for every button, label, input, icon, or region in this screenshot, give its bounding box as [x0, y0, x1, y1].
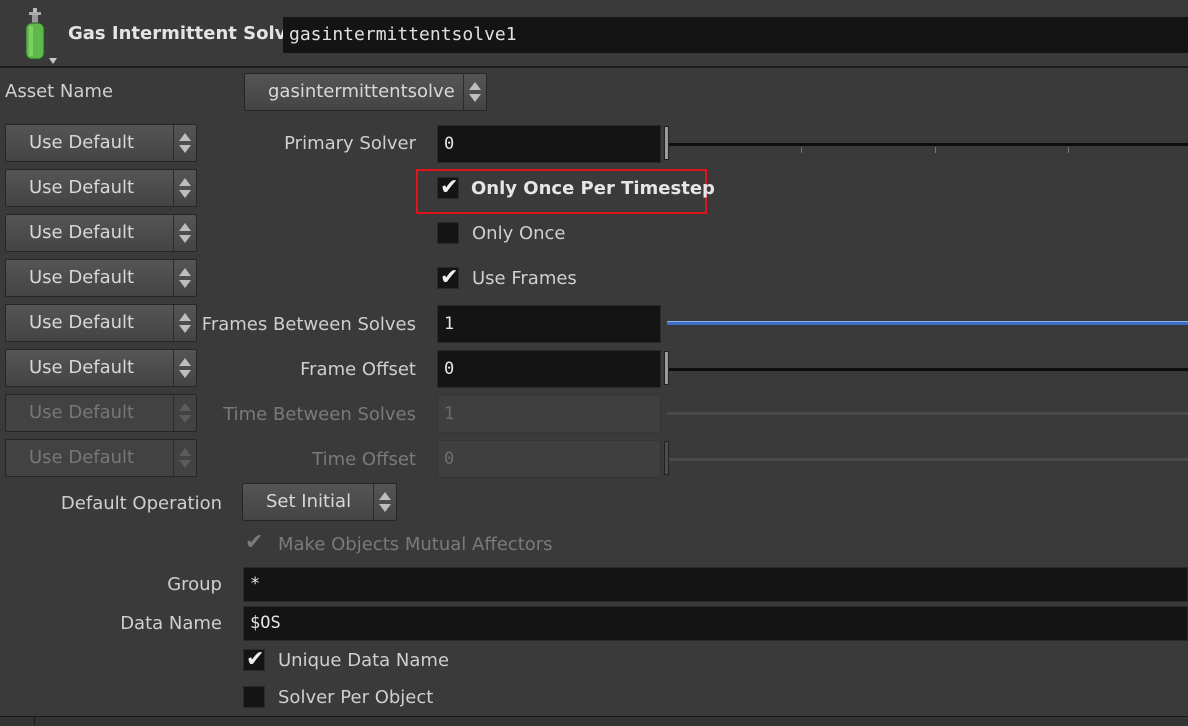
- only-once-checkbox[interactable]: [437, 222, 459, 244]
- time-offset-slider-track: [667, 458, 1188, 461]
- chevron-up-down-icon: [463, 74, 486, 110]
- frame-offset-label: Frame Offset: [300, 359, 416, 380]
- asset-name-value: gasintermittentsolve: [268, 81, 455, 102]
- solver-per-object-checkbox[interactable]: [243, 686, 265, 708]
- frames-between-solves-default-button[interactable]: Use Default: [5, 304, 197, 342]
- only-once-per-timestep-label: Only Once Per Timestep: [471, 178, 715, 199]
- frame-offset-slider-handle[interactable]: [664, 351, 669, 385]
- time-between-solves-label: Time Between Solves: [223, 404, 416, 425]
- slider-tick: [801, 147, 802, 153]
- only-once-label: Only Once: [472, 223, 566, 244]
- make-objects-mutual-affectors-label: Make Objects Mutual Affectors: [278, 534, 553, 555]
- default-operation-menu[interactable]: Set Initial: [242, 483, 397, 521]
- use-frames-label: Use Frames: [472, 268, 577, 289]
- checkmark-icon: ✔: [245, 530, 264, 555]
- group-field[interactable]: *: [243, 567, 1188, 602]
- time-between-solves-slider-track: [667, 412, 1188, 415]
- time-between-solves-field: 1: [437, 395, 661, 433]
- checkmark-icon: ✔: [440, 265, 459, 290]
- make-objects-mutual-affectors-checkbox: ✔: [243, 530, 265, 555]
- default-operation-label: Default Operation: [60, 493, 222, 514]
- chevron-up-down-icon: [173, 395, 196, 431]
- chevron-up-down-icon: [173, 260, 196, 296]
- frame-offset-field[interactable]: 0: [437, 350, 661, 388]
- asset-name-label: Asset Name: [5, 81, 114, 102]
- frames-between-solves-slider-track[interactable]: [667, 321, 1188, 325]
- checkmark-icon: ✔: [440, 175, 459, 200]
- chevron-up-down-icon: [173, 305, 196, 341]
- use-default-label: Use Default: [29, 357, 135, 378]
- use-frames-default-button[interactable]: Use Default: [5, 259, 197, 297]
- asset-name-menu[interactable]: gasintermittentsolve: [244, 73, 487, 111]
- use-default-label: Use Default: [29, 312, 135, 333]
- group-label: Group: [167, 574, 222, 595]
- frames-between-solves-label: Frames Between Solves: [201, 314, 416, 335]
- time-between-solves-default-button: Use Default: [5, 394, 197, 432]
- chevron-up-down-icon: [173, 125, 196, 161]
- only-once-per-timestep-default-button[interactable]: Use Default: [5, 169, 197, 207]
- only-once-default-button[interactable]: Use Default: [5, 214, 197, 252]
- primary-solver-label: Primary Solver: [284, 133, 416, 154]
- gas-cylinder-icon[interactable]: [18, 6, 58, 64]
- data-name-field[interactable]: $OS: [243, 606, 1188, 641]
- node-name-field[interactable]: gasintermittentsolve1: [283, 17, 1188, 53]
- node-type-label: Gas Intermittent Solve: [68, 23, 299, 44]
- time-offset-label: Time Offset: [312, 449, 416, 470]
- use-default-label: Use Default: [29, 447, 135, 468]
- frame-offset-slider-track[interactable]: [667, 368, 1188, 371]
- use-frames-checkbox[interactable]: ✔: [437, 265, 459, 290]
- time-offset-field: 0: [437, 440, 661, 478]
- chevron-up-down-icon: [173, 170, 196, 206]
- use-default-label: Use Default: [29, 402, 135, 423]
- footer-separator: [34, 716, 35, 725]
- time-offset-default-button: Use Default: [5, 439, 197, 477]
- use-default-label: Use Default: [29, 177, 135, 198]
- slider-tick: [1068, 147, 1069, 153]
- unique-data-name-label: Unique Data Name: [278, 650, 450, 671]
- use-default-label: Use Default: [29, 267, 135, 288]
- slider-tick: [935, 147, 936, 153]
- data-name-label: Data Name: [120, 613, 222, 634]
- use-default-label: Use Default: [29, 132, 135, 153]
- chevron-up-down-icon: [173, 440, 196, 476]
- use-default-label: Use Default: [29, 222, 135, 243]
- time-offset-slider-handle: [664, 441, 669, 475]
- primary-solver-slider-handle[interactable]: [664, 126, 669, 160]
- only-once-per-timestep-checkbox[interactable]: ✔: [437, 175, 459, 200]
- primary-solver-default-button[interactable]: Use Default: [5, 124, 197, 162]
- frame-offset-default-button[interactable]: Use Default: [5, 349, 197, 387]
- chevron-up-down-icon: [173, 350, 196, 386]
- checkmark-icon: ✔: [246, 647, 265, 672]
- unique-data-name-checkbox[interactable]: ✔: [243, 647, 265, 672]
- primary-solver-slider-track[interactable]: [667, 143, 1188, 146]
- frames-between-solves-field[interactable]: 1: [437, 305, 661, 343]
- primary-solver-field[interactable]: 0: [437, 125, 661, 163]
- solver-per-object-label: Solver Per Object: [278, 687, 434, 708]
- chevron-up-down-icon: [373, 484, 396, 520]
- chevron-up-down-icon: [173, 215, 196, 251]
- default-operation-value: Set Initial: [266, 491, 352, 512]
